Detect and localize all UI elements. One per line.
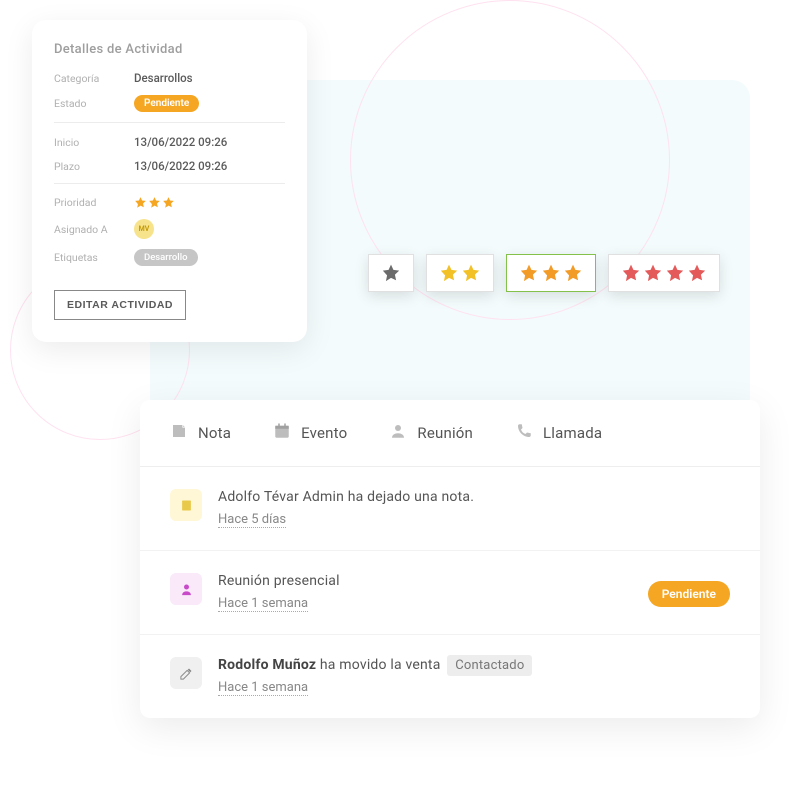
- row-status: Estado Pendiente: [54, 95, 285, 112]
- star-icon: [541, 263, 561, 283]
- row-category: Categoría Desarrollos: [54, 71, 285, 85]
- value-start: 13/06/2022 09:26: [134, 135, 227, 149]
- tab-nota[interactable]: Nota: [170, 422, 231, 444]
- row-start: Inicio 13/06/2022 09:26: [54, 135, 285, 149]
- rating-option-2[interactable]: [426, 254, 494, 292]
- value-deadline: 13/06/2022 09:26: [134, 159, 227, 173]
- label-category: Categoría: [54, 72, 134, 85]
- star-icon: [643, 263, 663, 283]
- divider: [54, 122, 285, 123]
- star-icon: [461, 263, 481, 283]
- rating-picker: [368, 254, 720, 292]
- label-priority: Prioridad: [54, 196, 134, 209]
- card-title: Detalles de Actividad: [54, 42, 285, 57]
- row-tags: Etiquetas Desarrollo: [54, 249, 285, 266]
- label-status: Estado: [54, 97, 134, 110]
- tab-evento[interactable]: Evento: [273, 422, 347, 444]
- edit-icon: [170, 657, 202, 689]
- row-assigned: Asignado A MV: [54, 219, 285, 239]
- rating-option-3[interactable]: [506, 254, 596, 292]
- meeting-icon: [170, 573, 202, 605]
- tab-label: Llamada: [543, 424, 602, 442]
- tag-chip: Desarrollo: [134, 249, 198, 266]
- label-start: Inicio: [54, 136, 134, 149]
- rating-option-1[interactable]: [368, 254, 414, 292]
- timeline-items: Adolfo Tévar Admin ha dejado una nota. Ha…: [140, 467, 760, 718]
- tab-label: Reunión: [417, 424, 473, 442]
- star-icon: [621, 263, 641, 283]
- item-text: Reunión presencial: [218, 573, 340, 589]
- note-icon: [170, 489, 202, 521]
- status-badge: Pendiente: [648, 581, 730, 607]
- star-icon: [148, 196, 161, 209]
- item-text: Adolfo Tévar Admin ha dejado una nota.: [218, 489, 474, 505]
- item-time: Hace 1 semana: [218, 680, 308, 696]
- tab-label: Evento: [301, 424, 347, 442]
- item-time: Hace 1 semana: [218, 596, 308, 612]
- edit-activity-button[interactable]: EDITAR ACTIVIDAD: [54, 290, 186, 320]
- item-body: Reunión presencial Hace 1 semana: [218, 573, 632, 612]
- rating-option-4[interactable]: [608, 254, 720, 292]
- item-time: Hace 5 días: [218, 512, 286, 528]
- timeline-item: Reunión presencial Hace 1 semana Pendiente: [140, 551, 760, 635]
- avatar[interactable]: MV: [134, 219, 154, 239]
- timeline-item: Adolfo Tévar Admin ha dejado una nota. Ha…: [140, 467, 760, 551]
- action-text: ha movido la venta: [316, 657, 444, 673]
- star-icon: [162, 196, 175, 209]
- note-icon: [170, 422, 188, 444]
- activity-details-card: Detalles de Actividad Categoría Desarrol…: [32, 20, 307, 342]
- timeline-card: Nota Evento Reunión Llamada Adolfo Tévar Ad…: [140, 400, 760, 718]
- item-body: Rodolfo Muñoz ha movido la venta Contact…: [218, 657, 730, 696]
- star-icon: [687, 263, 707, 283]
- star-icon: [665, 263, 685, 283]
- divider: [54, 183, 285, 184]
- phone-icon: [515, 422, 533, 444]
- status-badge: Pendiente: [134, 95, 199, 112]
- star-icon: [563, 263, 583, 283]
- actor-name: Rodolfo Muñoz: [218, 657, 316, 673]
- star-icon: [439, 263, 459, 283]
- value-category: Desarrollos: [134, 71, 193, 85]
- priority-stars: [134, 196, 175, 209]
- tab-llamada[interactable]: Llamada: [515, 422, 602, 444]
- timeline-item: Rodolfo Muñoz ha movido la venta Contact…: [140, 635, 760, 718]
- person-icon: [389, 422, 407, 444]
- calendar-icon: [273, 422, 291, 444]
- label-deadline: Plazo: [54, 160, 134, 173]
- row-priority: Prioridad: [54, 196, 285, 209]
- row-deadline: Plazo 13/06/2022 09:26: [54, 159, 285, 173]
- star-icon: [134, 196, 147, 209]
- item-side: Pendiente: [648, 583, 730, 602]
- label-assigned: Asignado A: [54, 223, 134, 236]
- status-chip: Contactado: [447, 655, 532, 676]
- star-icon: [519, 263, 539, 283]
- tab-reunion[interactable]: Reunión: [389, 422, 473, 444]
- item-body: Adolfo Tévar Admin ha dejado una nota. Ha…: [218, 489, 730, 528]
- label-tags: Etiquetas: [54, 251, 134, 264]
- timeline-tabs: Nota Evento Reunión Llamada: [140, 400, 760, 467]
- star-icon: [381, 263, 401, 283]
- tab-label: Nota: [198, 424, 231, 442]
